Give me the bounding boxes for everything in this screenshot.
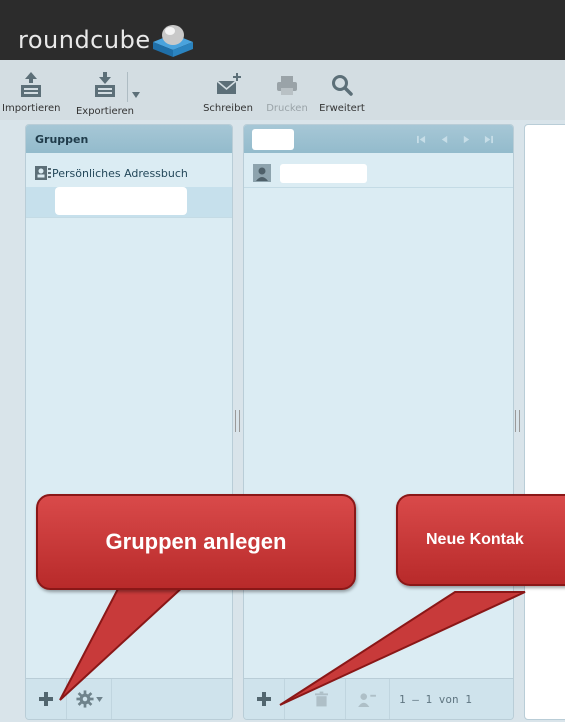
contact-details-panel	[524, 124, 565, 720]
chevron-down-icon	[95, 696, 103, 702]
add-group-button[interactable]	[26, 679, 67, 719]
plus-icon	[257, 692, 271, 706]
compose-button[interactable]: Schreiben	[198, 70, 258, 114]
redacted-group-name	[55, 187, 187, 215]
contacts-pager-count: 1 – 1 von 1	[399, 693, 472, 706]
import-label: Importieren	[2, 103, 61, 114]
groups-panel: Gruppen Persönliches Adressbuch	[25, 124, 233, 720]
addressbook-label: Persönliches Adressbuch	[52, 167, 188, 180]
next-page-icon[interactable]	[462, 135, 471, 144]
groups-panel-header: Gruppen	[26, 125, 232, 153]
export-icon	[95, 72, 115, 97]
contacts-splitter[interactable]	[515, 410, 520, 432]
gear-icon	[75, 690, 94, 708]
addressbook-icon	[35, 166, 51, 180]
app-logo-text: roundcube	[18, 26, 151, 54]
advanced-search-label: Erweitert	[319, 103, 365, 114]
group-item-selected[interactable]	[26, 187, 232, 218]
contact-avatar-icon	[253, 164, 271, 182]
previous-page-icon[interactable]	[440, 135, 449, 144]
contact-row[interactable]	[244, 161, 513, 188]
groups-header-label: Gruppen	[35, 133, 89, 146]
print-label: Drucken	[266, 103, 308, 114]
chevron-down-icon[interactable]	[132, 92, 140, 98]
contact-callout: Neue Kontak	[396, 494, 565, 586]
compose-label: Schreiben	[203, 103, 253, 114]
printer-icon	[277, 76, 297, 95]
contacts-footer: 1 – 1 von 1	[244, 678, 513, 719]
groups-splitter[interactable]	[235, 410, 240, 432]
groups-footer	[26, 678, 232, 719]
redacted-contact-name	[280, 164, 367, 183]
import-icon	[21, 72, 41, 97]
contact-callout-text: Neue Kontak	[426, 531, 524, 548]
delete-contact-button[interactable]	[297, 679, 346, 719]
contacts-panel-header	[244, 125, 513, 153]
top-bar: roundcube	[0, 0, 565, 60]
advanced-search-button[interactable]: Erweitert	[316, 70, 368, 114]
remove-contact-icon	[357, 692, 376, 707]
export-label: Exportieren	[75, 106, 135, 117]
remove-from-group-button[interactable]	[345, 679, 390, 719]
first-page-icon[interactable]	[417, 135, 426, 144]
addressbook-item[interactable]: Persönliches Adressbuch	[26, 161, 232, 188]
import-button[interactable]: Importieren	[2, 70, 61, 114]
trash-icon	[314, 691, 328, 707]
search-icon	[332, 75, 353, 96]
roundcube-logo-icon	[153, 25, 193, 57]
export-button[interactable]: Exportieren	[70, 70, 140, 117]
group-options-button[interactable]	[67, 679, 112, 719]
redacted-list-title	[252, 129, 294, 150]
plus-icon	[39, 692, 53, 706]
last-page-icon[interactable]	[484, 135, 493, 144]
contacts-panel: 1 – 1 von 1	[243, 124, 514, 720]
print-button[interactable]: Drucken	[262, 70, 312, 114]
add-contact-button[interactable]	[244, 679, 285, 719]
toolbar: Importieren Exportieren Schreiben Drucke…	[0, 60, 565, 120]
groups-callout-text: Gruppen anlegen	[105, 529, 287, 554]
groups-callout: Gruppen anlegen	[36, 494, 356, 590]
compose-mail-icon	[216, 73, 241, 94]
